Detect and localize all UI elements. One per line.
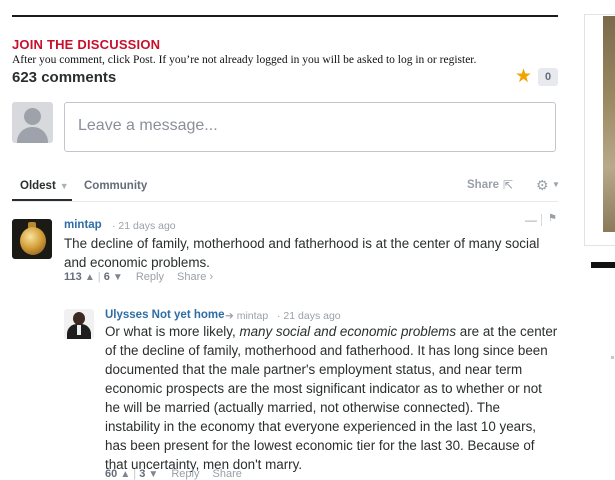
share-icon[interactable]: ⇱ <box>503 178 513 192</box>
message-placeholder: Leave a message... <box>78 117 218 134</box>
comment-text: The decline of family, motherhood and fa… <box>64 236 540 270</box>
divider <box>541 214 542 226</box>
downvote-count: 3 <box>139 468 146 480</box>
comment-footer: 60 ▲ | 3 ▼ Reply Share <box>105 468 242 480</box>
message-input[interactable]: Leave a message... <box>64 102 556 152</box>
reply-to-link[interactable]: ➔ mintap <box>225 310 268 322</box>
comment-timestamp[interactable]: · 21 days ago <box>112 220 176 232</box>
recommend-count-badge[interactable]: 0 <box>538 68 558 86</box>
sidebar-divider <box>591 262 615 268</box>
vote-separator: | <box>97 271 101 283</box>
join-discussion-heading: JOIN THE DISCUSSION <box>12 37 161 52</box>
guest-avatar <box>12 102 53 143</box>
tab-oldest-label: Oldest <box>20 180 56 192</box>
tab-community[interactable]: Community <box>84 180 147 192</box>
vote-separator: | <box>133 468 137 480</box>
avatar-body <box>17 127 48 143</box>
chevron-down-icon[interactable]: ▼ <box>552 180 560 189</box>
comment-text-part: are at the center of the decline of fami… <box>105 324 558 472</box>
upvote-count: 113 <box>64 271 82 283</box>
downvote-count: 6 <box>103 271 110 283</box>
downvote-icon[interactable]: ▼ <box>113 272 123 283</box>
upvote-count: 60 <box>105 468 118 480</box>
sidebar-ad-image[interactable] <box>603 16 615 232</box>
gear-icon[interactable]: ⚙ <box>536 177 549 194</box>
downvote-icon[interactable]: ▼ <box>148 469 158 480</box>
avatar-shirt <box>77 325 81 335</box>
flag-icon[interactable]: ⚑ <box>548 213 557 224</box>
comment-text-emphasis: many social and economic problems <box>239 324 457 339</box>
comment-timestamp[interactable]: · 21 days ago <box>277 310 341 322</box>
comment-author[interactable]: Ulysses Not yet home <box>105 309 225 321</box>
avatar-face <box>73 312 85 325</box>
chevron-down-icon: ▼ <box>59 181 69 191</box>
avatar[interactable] <box>12 219 52 259</box>
share-button[interactable]: Share <box>213 468 242 480</box>
tabs-divider <box>12 201 558 202</box>
avatar-head <box>24 108 41 125</box>
reply-button[interactable]: Reply <box>136 271 164 283</box>
comment-text: Or what is more likely, many social and … <box>105 322 558 474</box>
upvote-icon[interactable]: ▲ <box>85 272 95 283</box>
star-icon[interactable]: ★ <box>515 67 532 87</box>
top-divider <box>12 15 558 17</box>
comment-count: 623 comments <box>12 69 117 86</box>
comment-author[interactable]: mintap <box>64 219 102 231</box>
sidebar-mark <box>611 356 614 359</box>
share-button[interactable]: Share › <box>177 271 213 283</box>
upvote-icon[interactable]: ▲ <box>120 469 130 480</box>
reply-button[interactable]: Reply <box>171 468 199 480</box>
comment-text-part: Or what is more likely, <box>105 324 240 339</box>
ornament-image <box>20 227 46 255</box>
comment-footer: 113 ▲ | 6 ▼ Reply Share › <box>64 271 213 283</box>
share-thread-button[interactable]: Share <box>467 179 499 191</box>
tab-oldest[interactable]: Oldest ▼ <box>20 180 69 192</box>
login-instructions: After you comment, click Post. If you’re… <box>12 54 477 66</box>
avatar[interactable] <box>64 309 94 339</box>
collapse-icon[interactable]: — <box>525 213 537 227</box>
